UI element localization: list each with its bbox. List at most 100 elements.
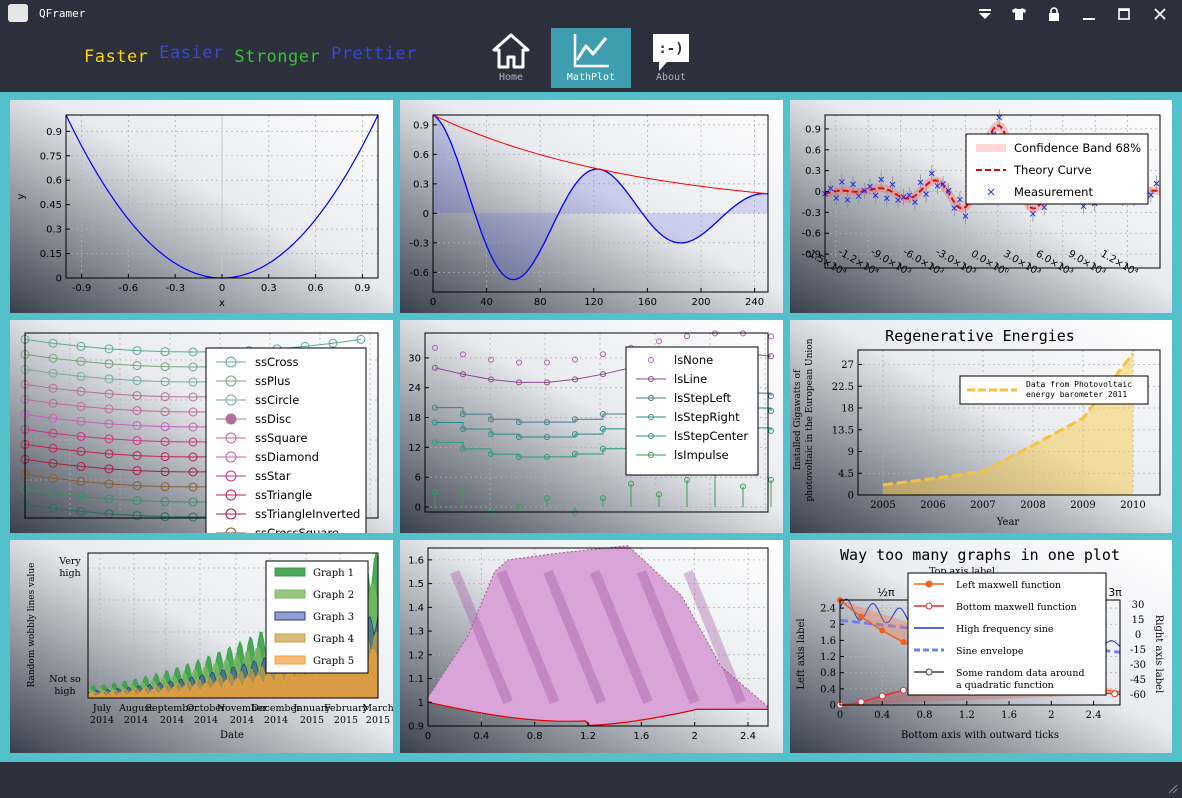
legend-label: Graph 1	[313, 568, 354, 579]
nav-about-button[interactable]: :-) About	[631, 28, 711, 88]
skin-shirt-icon[interactable]	[1010, 5, 1028, 23]
plot-many-graphs[interactable]: Way too many graphs in one plot Top axis …	[790, 540, 1172, 753]
y-tick-label: 18	[841, 404, 854, 415]
window-title: QFramer	[39, 7, 86, 20]
legend-swatch	[976, 144, 1006, 152]
menu-dropdown-icon[interactable]	[976, 5, 994, 23]
plot-image-fill[interactable]: 0 0.4 0.8 1.2 1.6 2 2.4 0.9 1 1.1 1.2 1.3 1.4 1.5 1.6	[400, 540, 783, 753]
x-tick-label: 2006	[920, 500, 945, 511]
maximize-icon[interactable]	[1115, 5, 1133, 23]
plot-interference[interactable]: -0.9 -0.6 -0.3 0 0.3 0.6 0.9 -1.5×10⁴ -1.2×10⁴ -9…	[790, 100, 1172, 313]
legend-label: Graph 3	[313, 612, 354, 623]
plot-wobbly-lines[interactable]: July 2014 August 2014 September 2014 October 20…	[10, 540, 393, 753]
x-tick-label: 0.8	[527, 731, 543, 742]
home-icon	[492, 33, 530, 69]
x-tick-label: 0	[219, 283, 225, 294]
y-tick-label: 0.9	[408, 722, 424, 733]
y-tick-label: 24	[408, 383, 421, 394]
minimize-icon[interactable]	[1080, 5, 1098, 23]
y-tick-label: 0.6	[805, 145, 821, 156]
y-tick-label: 1.5	[408, 579, 424, 590]
x-tick-label: 2015	[366, 715, 390, 726]
y-tick-label: 0.15	[40, 249, 62, 260]
legend-label: ssTriangleInverted	[255, 507, 360, 521]
x-tick-label: 2008	[1020, 500, 1045, 511]
y-tick-label: 0.45	[40, 200, 62, 211]
slogan-word: Faster	[84, 47, 149, 67]
legend-label: ssStar	[255, 469, 291, 483]
x-axis-label: x	[219, 298, 225, 309]
y2-tick-label: -60	[1130, 690, 1146, 701]
y-tick-label: 0.9	[413, 120, 429, 131]
y-tick-label: 0	[415, 503, 421, 514]
scatter-point	[878, 692, 886, 700]
y-tick-label: 0.6	[46, 176, 62, 187]
legend-swatch	[274, 589, 306, 599]
nav-label: About	[655, 72, 687, 83]
y2-tick-label: 0	[1135, 630, 1141, 641]
nav-mathplot-button[interactable]: MathPlot	[551, 28, 631, 88]
legend-label: Confidence Band 68%	[1014, 141, 1141, 155]
plot-line-styles[interactable]: 0 6 12 18 24 30 lsNone lsLine lsStepLeft lsStepRi…	[400, 320, 783, 533]
x-tick-label: 2014	[264, 715, 288, 726]
plot-regenerative-energies[interactable]: 0 4.5 9 13.5 18 22.5 27 2005 2006 2007 2008 2009 201…	[790, 320, 1172, 533]
x-tick-label: -0.3	[165, 283, 185, 294]
y-tick-label: -0.3	[409, 238, 429, 249]
y-tick-label: 0	[815, 187, 821, 198]
y-tick-label: 1.6	[408, 555, 424, 566]
y-tick-label: -0.6	[801, 229, 821, 240]
top-tick-label: 3π	[1108, 586, 1122, 599]
top-tick-label: ½π	[877, 586, 895, 599]
chart-icon	[573, 34, 609, 68]
legend-label: energy barometer 2011	[1026, 390, 1127, 399]
x-tick-label: 0.4	[473, 731, 489, 742]
legend-label: ssTriangle	[255, 488, 312, 502]
svg-text::-): :-)	[658, 41, 683, 57]
x-tick-label: -0.6	[119, 283, 139, 294]
legend-label: Left maxwell function	[956, 580, 1061, 591]
nav-home-button[interactable]: Home	[471, 28, 551, 88]
x-tick-label: 80	[534, 297, 547, 308]
x-tick-label: 2014	[124, 715, 148, 726]
chart-title: Way too many graphs in one plot	[840, 546, 1120, 564]
legend-label: ssSquare	[255, 431, 307, 445]
resize-grip-icon[interactable]	[1168, 784, 1178, 794]
plot-damped-oscillation[interactable]: 0 40 80 120 160 200 240 -0.6 -0.3 0 0.3 0.6 0.9	[400, 100, 783, 313]
y-tick-label: 0	[830, 701, 836, 712]
legend-swatch	[274, 633, 306, 643]
y-tick-label: 0	[423, 209, 429, 220]
x-tick-label: 2014	[90, 715, 114, 726]
legend-swatch	[274, 611, 306, 621]
legend-label: ssCircle	[255, 393, 299, 407]
y-tick-label: 1.1	[408, 674, 424, 685]
nav-label: MathPlot	[566, 72, 616, 83]
x-tick-label: 0.6	[308, 283, 324, 294]
y-tick-label: 0	[56, 274, 62, 285]
x-tick-label: July	[92, 703, 112, 714]
x-tick-label: 2014	[194, 715, 218, 726]
app-icon	[8, 4, 28, 22]
plot-quadratic[interactable]: -0.9 -0.6 -0.3 0 0.3 0.6 0.9 0 0.15 0.3 0.45 0.6 0.7…	[10, 100, 393, 313]
legend-label: ssDiamond	[255, 450, 319, 464]
y-tick-label: 18	[408, 413, 421, 424]
legend-label: lsStepLeft	[674, 391, 731, 405]
y-tick-label: 4.5	[838, 469, 854, 480]
y-tick-label: Very	[58, 556, 81, 567]
legend-marker	[225, 413, 237, 425]
legend-marker	[925, 580, 933, 588]
close-icon[interactable]	[1151, 5, 1169, 23]
x-tick-label: 1.2	[959, 710, 975, 721]
plot-scatter-styles[interactable]: ssCross ssPlus ssCircle ssDisc ssSquare ssDia…	[10, 320, 393, 533]
legend-label: Sine envelope	[956, 646, 1024, 657]
x-tick-label: 2015	[334, 715, 358, 726]
y2-tick-label: 30	[1132, 600, 1145, 611]
y-tick-label: Not so	[49, 674, 81, 685]
lock-icon[interactable]	[1045, 5, 1063, 23]
y-axis-label: Random wobbly lines value	[27, 563, 37, 688]
slogan-word: Stronger	[234, 47, 321, 67]
x-tick-label: 2005	[870, 500, 895, 511]
y-tick-label: high	[59, 568, 80, 579]
x-tick-label: 40	[480, 297, 493, 308]
plot-grid: -0.9 -0.6 -0.3 0 0.3 0.6 0.9 0 0.15 0.3 0.45 0.6 0.7…	[0, 92, 1182, 762]
y-tick-label: -0.3	[801, 208, 821, 219]
